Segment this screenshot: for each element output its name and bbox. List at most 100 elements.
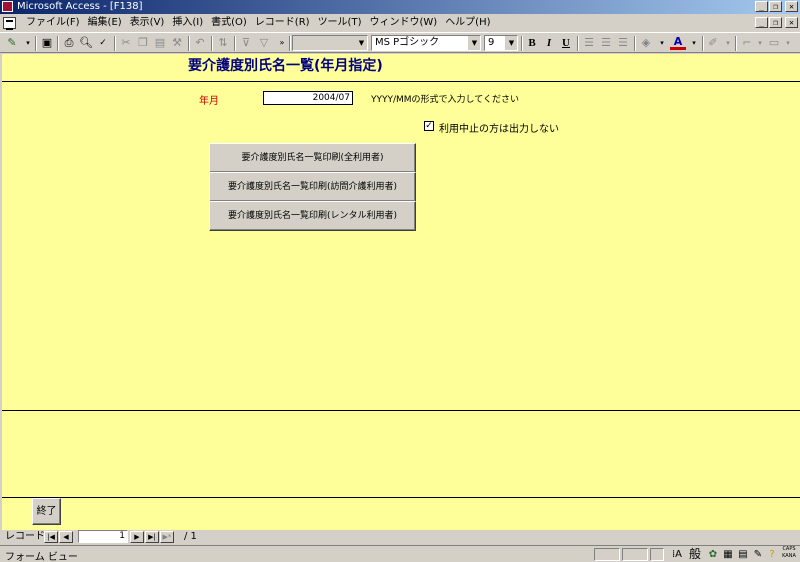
toolbar-overflow-icon[interactable]: » [274, 35, 290, 51]
italic-button[interactable]: I [541, 35, 557, 51]
menu-edit[interactable]: 編集(E) [84, 15, 126, 31]
ime-settings-icon[interactable]: ✿ [706, 547, 720, 562]
font-color-dropdown-icon[interactable]: ▾ [686, 35, 702, 51]
bold-button[interactable]: B [524, 35, 540, 51]
underline-button[interactable]: U [558, 35, 574, 51]
cut-icon[interactable]: ✂ [118, 35, 134, 51]
year-month-input[interactable]: 2004/07 [263, 91, 353, 105]
status-panel [650, 548, 664, 561]
paste-icon[interactable]: ▤ [152, 35, 168, 51]
first-record-button[interactable]: |◀ [44, 531, 58, 543]
exclude-discontinued-checkbox[interactable]: ✓ [424, 121, 434, 131]
fill-color-dropdown-icon[interactable]: ▾ [654, 35, 670, 51]
child-restore-button[interactable]: ❐ [769, 17, 782, 28]
minimize-button[interactable]: _ [755, 1, 768, 12]
chevron-down-icon[interactable]: ▼ [505, 36, 517, 50]
filter-by-selection-icon[interactable]: ⊽ [238, 35, 254, 51]
copy-icon[interactable]: ❐ [135, 35, 151, 51]
toolbar-separator [211, 36, 213, 51]
toolbar-separator [735, 36, 737, 51]
ime-dictionary-icon[interactable]: ▦ [721, 547, 735, 562]
filter-icon[interactable]: ▽ [256, 35, 272, 51]
ime-mode-indicator[interactable]: 般 [685, 547, 705, 562]
object-combo[interactable]: ▼ [292, 35, 368, 51]
special-effect-dropdown-icon[interactable]: ▾ [780, 35, 796, 51]
print-all-users-button[interactable]: 要介護度別氏名一覧印刷(全利用者) [209, 143, 416, 173]
menu-help[interactable]: ヘルプ(H) [441, 15, 494, 31]
format-painter-icon[interactable]: ⚒ [169, 35, 185, 51]
toolbar-separator [234, 36, 236, 51]
next-record-button[interactable]: ▶ [130, 531, 144, 543]
current-record-input[interactable]: 1 [78, 530, 128, 543]
ime-tools-icon[interactable]: ▤ [736, 547, 750, 562]
toolbar-separator [57, 36, 59, 51]
caps-kana-indicator: CAPS KANA [780, 546, 798, 562]
end-button[interactable]: 終了 [32, 498, 61, 525]
menu-tools[interactable]: ツール(T) [314, 15, 366, 31]
font-name-combo[interactable]: MS Pゴシック ▼ [371, 35, 481, 51]
toolbar-separator [702, 36, 704, 51]
line-color-dropdown-icon[interactable]: ▾ [720, 35, 736, 51]
child-window-controls: _ ❐ ✕ [755, 17, 798, 28]
previous-record-button[interactable]: ◀ [59, 531, 73, 543]
toolbar-separator [35, 36, 37, 51]
record-label: レコード: [5, 531, 49, 542]
font-size-value: 9 [488, 37, 495, 48]
status-bar: フォーム ビュー ⁞A 般 ✿ ▦ ▤ ✎ ? CAPS KANA [0, 545, 800, 562]
access-window: Microsoft Access - [F138] _ ❐ ✕ ファイル(F) … [0, 0, 800, 562]
toolbar-separator [188, 36, 190, 51]
view-dropdown-icon[interactable]: ▾ [20, 35, 36, 51]
close-button[interactable]: ✕ [785, 1, 798, 12]
fill-color-icon[interactable]: ◈ [638, 35, 654, 51]
print-preview-icon[interactable]: 🔍︎ [78, 35, 94, 51]
align-center-icon[interactable]: ☰ [598, 35, 614, 51]
print-icon[interactable]: ⎙ [61, 35, 77, 51]
toolbar-separator [289, 36, 291, 51]
font-size-combo[interactable]: 9 ▼ [484, 35, 518, 51]
menu-bar: ファイル(F) 編集(E) 表示(V) 挿入(I) 書式(O) レコード(R) … [0, 15, 800, 31]
exclude-discontinued-label: 利用中止の方は出力しない [439, 124, 559, 135]
child-minimize-button[interactable]: _ [755, 17, 768, 28]
header-divider [2, 81, 800, 82]
kana-label: KANA [782, 553, 796, 559]
child-close-button[interactable]: ✕ [785, 17, 798, 28]
form-control-menu-icon[interactable] [3, 17, 16, 30]
record-navigation: レコード: |◀ ◀ 1 ▶ ▶| ▶* / 1 [0, 530, 800, 544]
ime-help-icon[interactable]: ? [765, 547, 779, 562]
print-home-care-users-button[interactable]: 要介護度別氏名一覧印刷(訪問介護利用者) [209, 172, 416, 202]
chevron-down-icon[interactable]: ▼ [355, 36, 367, 50]
save-icon[interactable]: ▣ [39, 35, 55, 51]
footer-divider [2, 410, 800, 411]
line-color-icon[interactable]: ✐ [705, 35, 721, 51]
menu-records[interactable]: レコード(R) [251, 15, 314, 31]
view-design-icon[interactable]: ✎ [4, 35, 20, 51]
footer-divider-lower [2, 497, 800, 498]
record-total: / 1 [184, 531, 197, 542]
caps-label: CAPS [782, 546, 796, 552]
chevron-down-icon[interactable]: ▼ [468, 36, 480, 50]
status-panel [622, 548, 648, 561]
align-left-icon[interactable]: ☰ [581, 35, 597, 51]
menu-format[interactable]: 書式(O) [207, 15, 251, 31]
toolbar-separator [521, 36, 523, 51]
new-record-button[interactable]: ▶* [160, 531, 174, 543]
sort-icon[interactable]: ⇅ [215, 35, 231, 51]
menu-window[interactable]: ウィンドウ(W) [365, 15, 441, 31]
menu-view[interactable]: 表示(V) [126, 15, 169, 31]
access-app-icon[interactable] [2, 1, 13, 12]
undo-icon[interactable]: ↶ [192, 35, 208, 51]
restore-button[interactable]: ❐ [769, 1, 782, 12]
menu-insert[interactable]: 挿入(I) [168, 15, 207, 31]
print-rental-users-button[interactable]: 要介護度別氏名一覧印刷(レンタル利用者) [209, 201, 416, 231]
last-record-button[interactable]: ▶| [145, 531, 159, 543]
ime-pad-icon[interactable]: ✎ [751, 547, 765, 562]
font-name-value: MS Pゴシック [375, 37, 440, 48]
toolbar-separator [114, 36, 116, 51]
ime-toolbar-handle-icon[interactable]: ⁞A [670, 547, 684, 562]
spelling-icon[interactable]: ✓ [95, 35, 111, 51]
year-month-label: 年月 [199, 96, 219, 107]
font-color-icon[interactable]: A [670, 35, 686, 50]
align-right-icon[interactable]: ☰ [615, 35, 631, 51]
menu-file[interactable]: ファイル(F) [22, 15, 84, 31]
toolbar-separator [577, 36, 579, 51]
